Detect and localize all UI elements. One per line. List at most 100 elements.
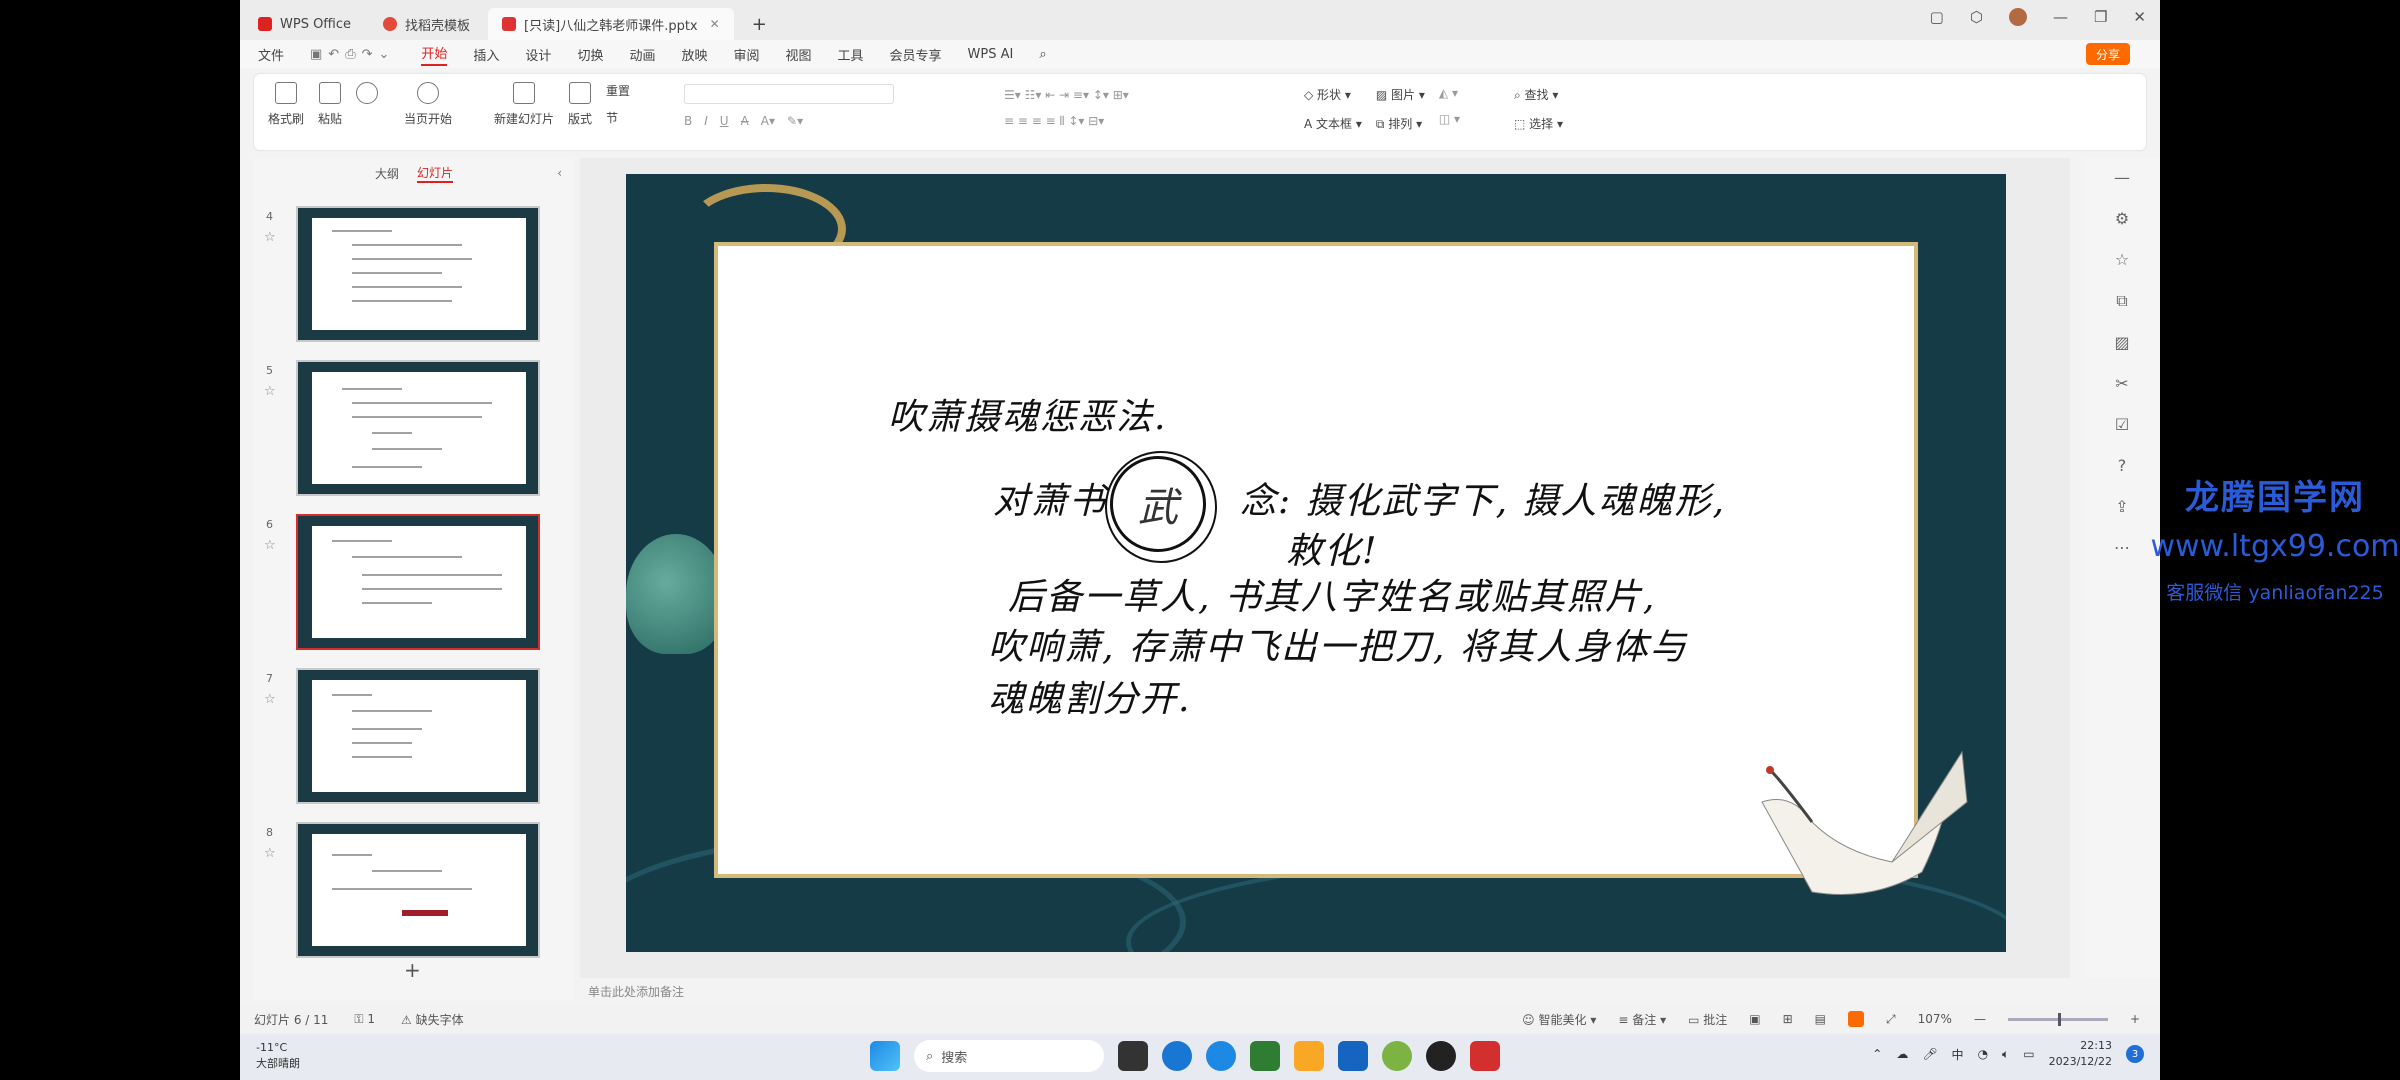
checklist-icon[interactable]: ☑: [2115, 415, 2129, 434]
comments-count[interactable]: ⚿ 1: [354, 1012, 375, 1027]
slide-6[interactable]: 吹萧摄魂惩恶法. 对萧书 武 念: 摄化武字下, 摄人魂魄形, 敕化! 后备一草…: [626, 174, 2006, 952]
handwritten-line-6[interactable]: 魂魄割分开.: [988, 670, 1191, 722]
arrange-button[interactable]: ⧉ 排列 ▾: [1376, 115, 1425, 132]
star-icon[interactable]: ☆: [264, 692, 276, 707]
handwritten-line-3[interactable]: 敕化!: [1286, 522, 1378, 574]
normal-view-icon[interactable]: ▣: [1749, 1012, 1760, 1026]
bold-icon[interactable]: B: [684, 114, 692, 128]
menu-tools[interactable]: 工具: [838, 45, 864, 64]
layout-button[interactable]: 版式: [568, 82, 592, 127]
menu-slideshow[interactable]: 放映: [681, 45, 707, 64]
paste-button[interactable]: 粘贴: [318, 82, 342, 127]
notes-pane[interactable]: 单击此处添加备注: [576, 978, 2076, 1004]
avatar[interactable]: [2008, 8, 2027, 26]
shape-button[interactable]: ◇ 形状 ▾: [1304, 86, 1362, 103]
thumbnail-row[interactable]: 5 ☆: [254, 356, 574, 496]
reset-button[interactable]: 重置: [606, 82, 630, 99]
quick-access-icons[interactable]: ▣↶⎙↷⌄: [310, 47, 395, 62]
weather-widget[interactable]: -11°C 大部晴朗: [256, 1040, 300, 1072]
zoom-in-icon[interactable]: +: [2130, 1012, 2140, 1026]
wps-app-icon[interactable]: [1470, 1041, 1500, 1071]
star-icon[interactable]: ☆: [264, 230, 276, 245]
menu-transitions[interactable]: 切换: [577, 45, 603, 64]
tab-outline[interactable]: 大纲: [375, 165, 399, 182]
highlight-icon[interactable]: ✎▾: [787, 114, 803, 128]
menu-animation[interactable]: 动画: [629, 45, 655, 64]
restore-icon[interactable]: ❐: [2094, 8, 2107, 26]
outline-icon[interactable]: ◫ ▾: [1439, 112, 1460, 126]
handwritten-title[interactable]: 吹萧摄魂惩恶法.: [888, 388, 1167, 440]
thumbnail-row-selected[interactable]: 6 ☆: [254, 510, 574, 650]
menu-file[interactable]: 文件: [258, 45, 284, 64]
share-icon[interactable]: ⇪: [2115, 497, 2128, 516]
smart-beautify-button[interactable]: ☺ 智能美化 ▾: [1522, 1011, 1596, 1028]
menu-design[interactable]: 设计: [525, 45, 551, 64]
chevron-up-icon[interactable]: ⌃: [1872, 1047, 1882, 1061]
find-button[interactable]: ⌕ 查找 ▾: [1514, 86, 1563, 103]
thumbnail-row[interactable]: 4 ☆: [254, 202, 574, 342]
media-app-icon[interactable]: [1426, 1041, 1456, 1071]
fit-window-icon[interactable]: ⤢: [1886, 1012, 1896, 1027]
zoom-slider[interactable]: [2007, 1012, 2108, 1026]
font-name-select[interactable]: [684, 84, 894, 104]
menu-insert[interactable]: 插入: [473, 45, 499, 64]
menu-review[interactable]: 审阅: [733, 45, 759, 64]
notes-toggle[interactable]: ≡ 备注 ▾: [1618, 1011, 1666, 1028]
share-button[interactable]: 分享: [2085, 43, 2130, 65]
font-color-icon[interactable]: A▾: [761, 114, 775, 128]
edge-icon[interactable]: [1162, 1041, 1192, 1071]
strike-icon[interactable]: A: [741, 114, 749, 128]
thumbnail-row[interactable]: 7 ☆: [254, 664, 574, 804]
tab-current-pptx[interactable]: [只读]八仙之韩老师课件.pptx ✕: [488, 8, 734, 40]
annotation-toggle[interactable]: ▭ 批注: [1688, 1011, 1727, 1028]
menu-wps-ai[interactable]: WPS AI: [968, 47, 1014, 62]
minimize-icon[interactable]: —: [2053, 8, 2068, 26]
clock[interactable]: 22:13 2023/12/22: [2049, 1038, 2112, 1070]
circle-seal[interactable]: 武: [1105, 451, 1217, 563]
slide-thumbnail-selected[interactable]: [296, 514, 540, 650]
menu-view[interactable]: 视图: [786, 45, 812, 64]
cube-icon[interactable]: ⬡: [1970, 8, 1983, 26]
reading-view-icon[interactable]: ▤: [1815, 1012, 1826, 1026]
handwritten-line-2b[interactable]: 念: 摄化武字下, 摄人魂魄形,: [1240, 472, 1726, 524]
play-from-current-button[interactable]: 当页开始: [404, 82, 452, 127]
search-icon[interactable]: ⌕: [1039, 47, 1046, 62]
browser-icon[interactable]: [1206, 1041, 1236, 1071]
zoom-out-icon[interactable]: —: [1974, 1012, 1986, 1026]
list-icons[interactable]: ☰▾ ☷▾ ⇤ ⇥ ≡▾ ↕▾ ⊞▾: [1004, 88, 1129, 102]
slide-thumbnail[interactable]: [296, 822, 540, 958]
close-tab-icon[interactable]: ✕: [710, 17, 720, 31]
fill-icon[interactable]: ◭ ▾: [1439, 86, 1460, 100]
slide-paper-panel[interactable]: 吹萧摄魂惩恶法. 对萧书 武 念: 摄化武字下, 摄人魂魄形, 敕化! 后备一草…: [714, 242, 1918, 878]
copy-icon[interactable]: ⧉: [2116, 291, 2127, 311]
wechat-icon[interactable]: [1382, 1041, 1412, 1071]
missing-font-button[interactable]: ⚠ 缺失字体: [401, 1011, 464, 1028]
star-icon[interactable]: ☆: [2115, 250, 2129, 269]
windows-start-icon[interactable]: [870, 1041, 900, 1071]
task-view-icon[interactable]: [1118, 1041, 1148, 1071]
tab-slides[interactable]: 幻灯片: [417, 164, 454, 183]
more-icon[interactable]: ⋯: [2114, 538, 2130, 557]
textbox-button[interactable]: A 文本框 ▾: [1304, 115, 1362, 132]
layout-icon[interactable]: ▢: [1930, 8, 1944, 26]
new-slide-button[interactable]: 新建幻灯片: [494, 82, 554, 127]
menu-home[interactable]: 开始: [421, 43, 448, 66]
add-slide-button[interactable]: +: [404, 958, 421, 982]
property-icon[interactable]: ⚙: [2115, 209, 2129, 228]
thumbnail-row[interactable]: 8 ☆: [254, 818, 574, 958]
picture-button[interactable]: ▨ 图片 ▾: [1376, 86, 1425, 103]
minus-icon[interactable]: —: [2114, 168, 2130, 187]
volume-icon[interactable]: 🔈︎: [2002, 1047, 2009, 1062]
handwritten-line-4[interactable]: 后备一草人, 书其八字姓名或贴其照片,: [1008, 568, 1656, 620]
green-app-icon[interactable]: [1250, 1041, 1280, 1071]
underline-icon[interactable]: U: [720, 114, 729, 128]
handwritten-line-2a[interactable]: 对萧书: [993, 472, 1107, 524]
ime-indicator[interactable]: 中: [1952, 1046, 1964, 1063]
notification-badge[interactable]: 3: [2126, 1045, 2144, 1063]
store-icon[interactable]: [1338, 1041, 1368, 1071]
menu-member[interactable]: 会员专享: [890, 45, 942, 64]
sorter-view-icon[interactable]: ⊞: [1783, 1012, 1793, 1026]
play-slideshow-icon[interactable]: [1848, 1011, 1865, 1027]
file-explorer-icon[interactable]: [1294, 1041, 1324, 1071]
close-window-icon[interactable]: ✕: [2133, 8, 2146, 26]
